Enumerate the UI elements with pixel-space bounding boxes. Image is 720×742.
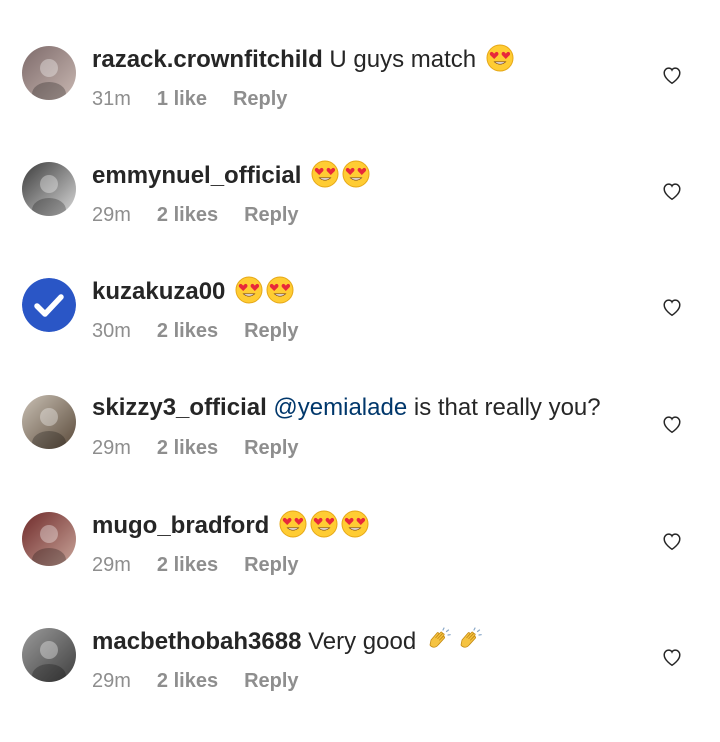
like-heart-icon[interactable] [661,180,683,202]
likes-count[interactable]: 1 like [157,88,207,110]
avatar[interactable] [22,278,76,332]
comment-meta: 29m 2 likes Reply [92,435,325,461]
heart-eyes-emoji [342,160,370,188]
reply-button[interactable]: Reply [244,320,298,342]
comment-meta: 29m 2 likes Reply [92,552,325,578]
reply-button[interactable]: Reply [244,554,298,576]
comment-username[interactable]: kuzakuza00 [92,278,225,305]
reply-button[interactable]: Reply [233,88,287,110]
like-heart-icon[interactable] [661,413,683,435]
like-heart-icon[interactable] [661,296,683,318]
like-heart-icon[interactable] [661,64,683,86]
comment-timestamp: 29m [92,554,131,576]
comment-meta: 29m 2 likes Reply [92,202,325,228]
comment-body: razack.crownfitchild U guys match [92,44,514,75]
comment-username[interactable]: mugo_bradford [92,512,269,539]
likes-count[interactable]: 2 likes [157,204,218,226]
comment-timestamp: 30m [92,320,131,342]
clapping-hands-emoji [426,626,454,654]
comment-username[interactable]: skizzy3_official [92,394,267,421]
mention-link[interactable]: @yemialade [273,394,407,421]
comment-meta: 30m 2 likes Reply [92,318,325,344]
comment-body: macbethobah3688 Very good [92,626,485,657]
reply-button[interactable]: Reply [244,204,298,226]
avatar[interactable] [22,628,76,682]
comment-username[interactable]: emmynuel_official [92,162,301,189]
like-heart-icon[interactable] [661,530,683,552]
heart-eyes-emoji [341,510,369,538]
comment-timestamp: 29m [92,204,131,226]
comment-timestamp: 29m [92,437,131,459]
comment-body: kuzakuza00 [92,276,294,307]
comment-item: skizzy3_official @yemialade is that real… [0,393,720,509]
avatar[interactable] [22,512,76,566]
heart-eyes-emoji [311,160,339,188]
comment-body: emmynuel_official [92,160,370,191]
avatar[interactable] [22,395,76,449]
heart-eyes-emoji [310,510,338,538]
comment-item: macbethobah3688 Very good 29m 2 likes Reply [0,626,720,742]
clapping-hands-emoji [457,626,485,654]
comment-username[interactable]: macbethobah3688 [92,628,301,655]
comment-timestamp: 29m [92,670,131,692]
likes-count[interactable]: 2 likes [157,437,218,459]
like-heart-icon[interactable] [661,646,683,668]
comment-text: Very good [308,628,417,655]
comment-body: mugo_bradford [92,510,369,541]
reply-button[interactable]: Reply [244,670,298,692]
heart-eyes-emoji [266,276,294,304]
comment-item: kuzakuza00 30m 2 likes Reply [0,276,720,392]
heart-eyes-emoji [235,276,263,304]
comment-username[interactable]: razack.crownfitchild [92,46,323,73]
comment-meta: 31m 1 like Reply [92,86,313,112]
avatar[interactable] [22,162,76,216]
likes-count[interactable]: 2 likes [157,554,218,576]
likes-count[interactable]: 2 likes [157,670,218,692]
reply-button[interactable]: Reply [244,437,298,459]
comment-meta: 29m 2 likes Reply [92,668,325,694]
comment-item: razack.crownfitchild U guys match 31m 1 li… [0,44,720,160]
comment-text: U guys match [329,46,477,73]
heart-eyes-emoji [279,510,307,538]
likes-count[interactable]: 2 likes [157,320,218,342]
comment-item: mugo_bradford 29m 2 likes Reply [0,510,720,626]
comment-timestamp: 31m [92,88,131,110]
comment-item: emmynuel_official 29m 2 likes Reply [0,160,720,276]
avatar[interactable] [22,46,76,100]
heart-eyes-emoji [486,44,514,72]
comment-body: skizzy3_official @yemialade is that real… [92,393,601,423]
comment-text: is that really you? [407,394,601,421]
